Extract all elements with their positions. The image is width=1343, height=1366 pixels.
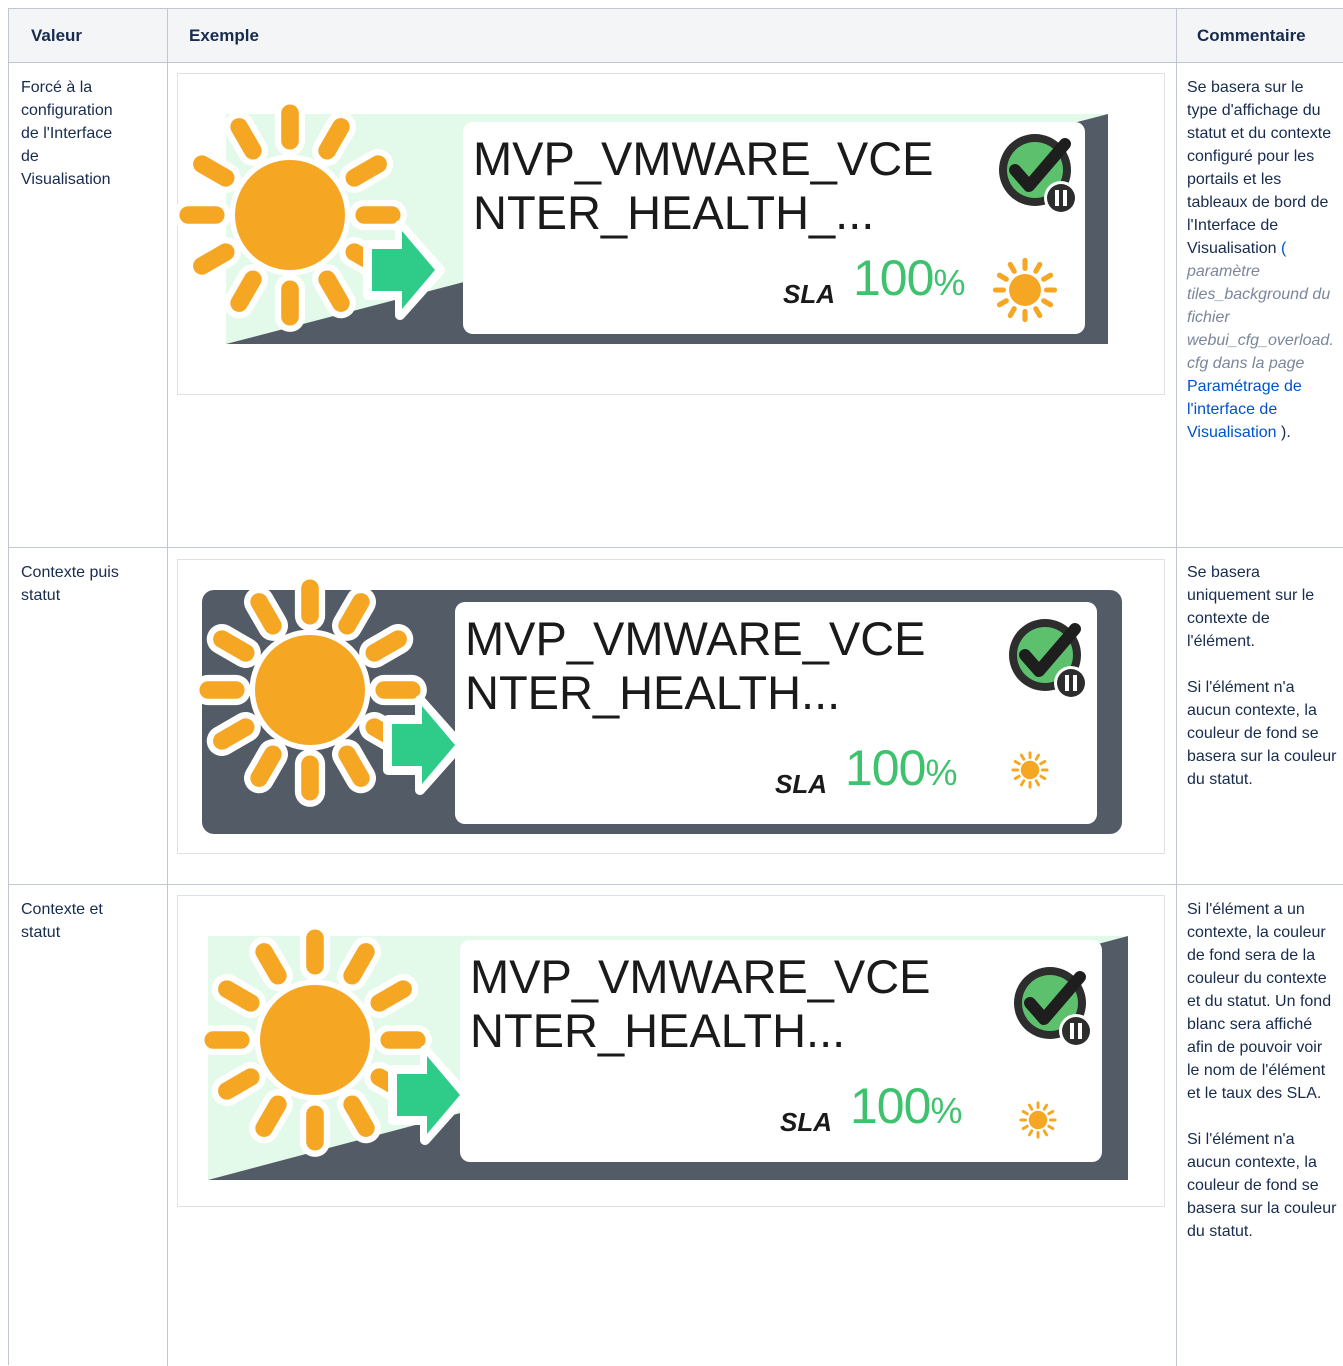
tile-name: MVP_VMWARE_VCE NTER_HEALTH_... (473, 132, 934, 239)
header-value: Valeur (31, 26, 83, 45)
divider (9, 884, 1343, 885)
header-example: Exemple (189, 26, 259, 45)
pause-icon (1044, 181, 1078, 215)
divider (167, 9, 168, 1366)
tile-name: MVP_VMWARE_VCE NTER_HEALTH... (465, 612, 926, 719)
pause-icon (1059, 1014, 1093, 1048)
sla-label: SLA (775, 769, 827, 799)
sla-value: 100% (853, 250, 965, 306)
divider (1176, 9, 1177, 1366)
pause-icon (1054, 666, 1088, 700)
sla-value: 100% (850, 1078, 962, 1134)
row-comment: Se basera sur le type d'affichage du sta… (1187, 79, 1334, 441)
divider (9, 62, 1343, 63)
row-comment: Si l'élément a un contexte, la couleur d… (1187, 901, 1337, 1240)
row-value: Contexte puis statut (21, 564, 119, 604)
row-comment: Se basera uniquement sur le contexte de … (1187, 564, 1337, 788)
sla-label: SLA (783, 279, 835, 309)
tile-name: MVP_VMWARE_VCE NTER_HEALTH... (470, 950, 931, 1057)
divider (9, 547, 1343, 548)
row-value: Forcé à la configuration de l'Interface … (21, 79, 113, 188)
sla-label: SLA (780, 1107, 832, 1137)
sla-value: 100% (845, 740, 957, 796)
row-value: Contexte et statut (21, 901, 103, 941)
check-icon (1014, 967, 1093, 1048)
header-comment: Commentaire (1197, 26, 1306, 45)
